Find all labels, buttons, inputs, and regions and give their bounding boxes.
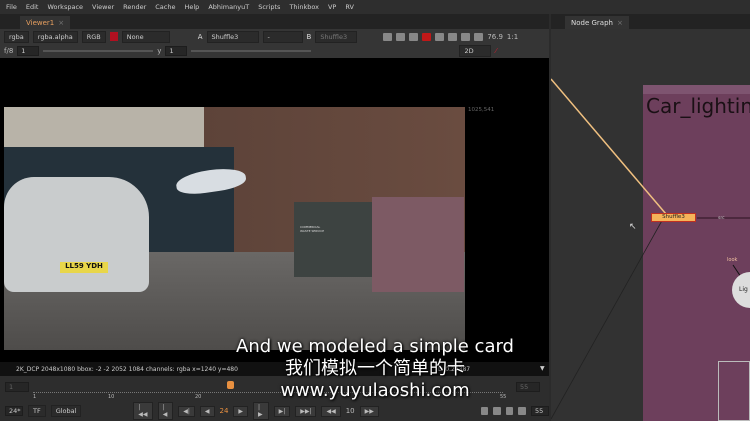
nodegraph-tab-bar: Node Graph × — [551, 14, 750, 29]
input-a-label: A — [197, 32, 203, 41]
subtitle-chinese: 我们模拟一个简单的卡 — [285, 358, 465, 379]
gamma-field[interactable]: 1 — [165, 46, 188, 56]
ratio-dropdown[interactable]: 1:1 — [507, 33, 518, 41]
menu-file[interactable]: File — [6, 3, 17, 11]
close-icon[interactable]: × — [617, 19, 623, 27]
menu-viewer[interactable]: Viewer — [92, 3, 114, 11]
dumpster — [294, 202, 374, 277]
input-b-label: B — [306, 32, 312, 41]
menu-vp[interactable]: VP — [328, 3, 336, 11]
mouse-cursor-icon: ↖ — [629, 222, 637, 232]
car — [4, 177, 149, 292]
step-forward-button[interactable]: ▶▶ — [359, 405, 379, 417]
export-icon[interactable] — [518, 407, 526, 415]
menu-scripts[interactable]: Scripts — [258, 3, 280, 11]
settings-icon[interactable] — [461, 32, 471, 41]
zebra-icon[interactable] — [409, 32, 419, 41]
menu-workspace[interactable]: Workspace — [47, 3, 83, 11]
step-back-button[interactable]: ◀◀ — [321, 405, 341, 417]
clipping-icon[interactable] — [422, 32, 432, 41]
tab-viewer1[interactable]: Viewer1 × — [20, 16, 71, 29]
prev-frame-button[interactable]: ◀| — [178, 405, 195, 417]
dumpster-sign: COMMERCIAL WASTE SERVICE — [300, 225, 325, 233]
monitor-icon[interactable] — [493, 407, 501, 415]
close-icon[interactable]: × — [58, 19, 64, 27]
gain-slider[interactable] — [43, 50, 154, 52]
prev-key-button[interactable]: |◀ — [157, 402, 174, 420]
subtitle-url: www.yuyulaoshi.com — [280, 380, 470, 401]
viewer-toolbar-2: f/8 1 y 1 2D ⁄ — [0, 44, 549, 58]
overlay-icon[interactable] — [435, 32, 445, 41]
display-dropdown[interactable]: RGB — [81, 30, 106, 43]
tab-node-graph[interactable]: Node Graph × — [565, 16, 629, 29]
view-mode-dropdown[interactable]: 2D — [459, 45, 492, 57]
paint-icon[interactable]: ⁄ — [495, 47, 496, 55]
wipe-icon[interactable] — [396, 32, 406, 41]
roi-icon[interactable] — [383, 32, 393, 41]
range-dropdown[interactable]: Global — [50, 405, 82, 417]
end-frame-field[interactable]: 55 — [530, 406, 550, 416]
tab-label: Viewer1 — [26, 18, 55, 27]
next-key-button[interactable]: ▶| — [273, 405, 291, 417]
pipe-arrow — [551, 78, 667, 215]
color-swatch-icon[interactable] — [109, 32, 118, 41]
pink-dumpster — [372, 197, 464, 292]
gain-field[interactable]: 1 — [17, 46, 40, 56]
next-frame-button[interactable]: |▶ — [253, 402, 269, 420]
lock-icon[interactable] — [505, 407, 514, 415]
tab-label: Node Graph — [571, 18, 613, 27]
alpha-dropdown[interactable]: rgba.alpha — [32, 30, 78, 43]
step-field[interactable]: 10 — [346, 407, 355, 415]
menu-abhimanyut[interactable]: AbhimanyuT — [208, 3, 249, 11]
play-forward-button[interactable]: ▶ — [233, 405, 249, 417]
flipbook-icon[interactable] — [480, 407, 489, 415]
fstop-label[interactable]: f/8 — [4, 47, 13, 55]
license-plate: LL59 YDH — [60, 262, 108, 273]
menu-bar: File Edit Workspace Viewer Render Cache … — [0, 0, 750, 14]
viewer-image: LL59 YDH COMMERCIAL WASTE SERVICE — [4, 107, 465, 350]
menu-help[interactable]: Help — [184, 3, 199, 11]
subtitle-english: And we modeled a simple card — [236, 336, 514, 357]
menu-rv[interactable]: RV — [345, 3, 354, 11]
compare-op-dropdown[interactable]: - — [262, 30, 303, 43]
viewer-toolbar: rgba rgba.alpha RGB None A Shuffle3 - B … — [0, 29, 549, 44]
refresh-icon[interactable] — [448, 32, 458, 41]
tf-dropdown[interactable]: TF — [28, 405, 46, 417]
input-a-dropdown[interactable]: Shuffle3 — [206, 30, 259, 43]
first-frame-button[interactable]: |◀◀ — [133, 402, 153, 420]
pause-icon[interactable] — [474, 32, 484, 41]
input-label: look — [727, 257, 738, 263]
gamma-slider[interactable] — [191, 50, 312, 52]
transport-bar: 24* TF Global |◀◀ |◀ ◀| ◀ 24 ▶ |▶ ▶| ▶▶|… — [0, 401, 550, 421]
menu-render[interactable]: Render — [123, 3, 146, 11]
gamma-label: y — [157, 47, 162, 55]
fps-field[interactable]: 24* — [5, 406, 23, 416]
last-frame-button[interactable]: ▶▶| — [295, 405, 317, 417]
video-subtitles: And we modeled a simple card 我们模拟一个简单的卡 … — [0, 336, 750, 402]
viewer-tab-bar: Viewer1 × — [0, 14, 549, 29]
menu-cache[interactable]: Cache — [155, 3, 175, 11]
shuffle3-node[interactable]: Shuffle3 — [651, 213, 696, 222]
menu-edit[interactable]: Edit — [26, 3, 39, 11]
channels-dropdown[interactable]: rgba — [4, 30, 29, 43]
input-b-dropdown[interactable]: Shuffle3 — [315, 30, 358, 43]
menu-thinkbox[interactable]: Thinkbox — [289, 3, 319, 11]
lut-dropdown[interactable]: None — [121, 30, 170, 43]
zoom-value[interactable]: 76.9 — [487, 33, 503, 41]
bbox-label: 1025,541 — [468, 107, 495, 113]
current-frame-field[interactable]: 24 — [220, 407, 229, 415]
play-backward-button[interactable]: ◀ — [199, 405, 215, 417]
edge-label: src — [718, 216, 725, 221]
